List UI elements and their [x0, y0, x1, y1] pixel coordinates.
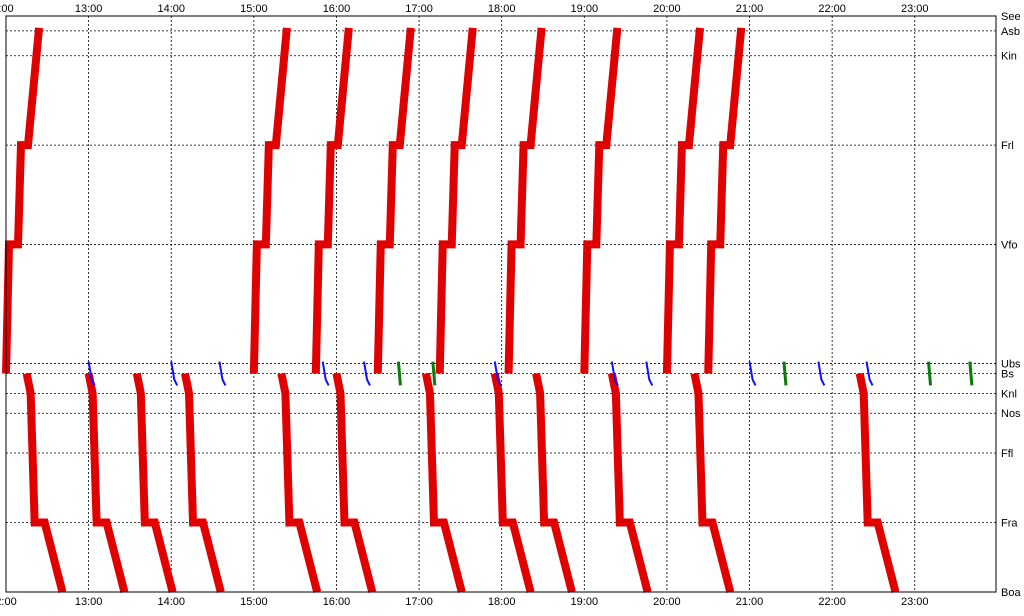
top-tick-label: 20:00	[653, 3, 681, 15]
station-label-bs: Bs	[1001, 369, 1014, 381]
bottom-tick-label: 2:00	[0, 596, 17, 608]
top-tick-labels: :00 13:00 14:00 15:00 16:00 17:00 18:00 19:00 20…	[0, 3, 929, 15]
train-path-down-4	[277, 372, 322, 593]
train-path-up-8	[704, 27, 746, 374]
shunt-path-green-1	[431, 361, 437, 386]
top-tick-label: 23:00	[901, 3, 929, 15]
train-path-down-2	[132, 372, 177, 593]
train-paths	[2, 27, 974, 593]
train-path-up-4	[435, 27, 477, 374]
shunt-path-green-3	[927, 361, 933, 386]
train-path-down-1	[84, 372, 129, 593]
station-label-vfo: Vfo	[1001, 239, 1018, 251]
train-path-up-7	[662, 27, 704, 374]
train-path-down-0	[22, 372, 67, 593]
station-label-frl: Frl	[1001, 140, 1014, 152]
train-path-down-7	[490, 372, 535, 593]
bottom-tick-label: 15:00	[240, 596, 268, 608]
bottom-tick-label: 19:00	[571, 596, 599, 608]
top-tick-label: 19:00	[571, 3, 599, 15]
train-path-down-11	[855, 372, 900, 593]
station-label-see: See	[1001, 11, 1021, 23]
station-label-nos: Nos	[1001, 408, 1021, 420]
bottom-tick-labels: 2:00 13:00 14:00 15:00 16:00 17:00 18:00 19:00 2…	[0, 596, 929, 608]
bottom-tick-label: 13:00	[75, 596, 103, 608]
bottom-tick-label: 21:00	[736, 596, 764, 608]
station-label-kin: Kin	[1001, 51, 1017, 63]
timetable-chart: :00 13:00 14:00 15:00 16:00 17:00 18:00 19:00 20…	[0, 0, 1024, 611]
top-tick-label: 18:00	[488, 3, 516, 15]
station-label-boa: Boa	[1001, 587, 1021, 599]
train-path-up-1	[249, 27, 291, 374]
bottom-tick-label: 14:00	[157, 596, 185, 608]
timetable-svg: :00 13:00 14:00 15:00 16:00 17:00 18:00 19:00 20…	[0, 3, 1021, 608]
train-path-up-2	[311, 27, 353, 374]
station-labels: SeeAsbKinFrlVfoUbsBsKnlNosFflFraBoa	[1001, 11, 1021, 599]
bottom-tick-label: 18:00	[488, 596, 516, 608]
shunt-path-green-2	[782, 361, 788, 386]
train-path-down-5	[332, 372, 377, 593]
shunt-path-blue-4	[363, 361, 371, 386]
bottom-tick-label: 23:00	[901, 596, 929, 608]
top-tick-label: 13:00	[75, 3, 103, 15]
shunt-path-green-4	[968, 361, 974, 386]
station-label-knl: Knl	[1001, 388, 1017, 400]
train-path-up-5	[504, 27, 546, 374]
bottom-tick-label: 22:00	[818, 596, 846, 608]
top-tick-label: 22:00	[818, 3, 846, 15]
station-label-ffl: Ffl	[1001, 448, 1013, 460]
bottom-tick-label: 17:00	[405, 596, 433, 608]
train-path-down-8	[532, 372, 576, 593]
shunt-path-green-0	[396, 361, 402, 386]
train-path-up-0	[2, 27, 44, 374]
bottom-tick-label: 20:00	[653, 596, 681, 608]
train-path-down-10	[690, 372, 735, 593]
train-path-down-3	[181, 372, 225, 593]
station-label-fra: Fra	[1001, 517, 1018, 529]
shunt-path-blue-2	[218, 361, 227, 386]
train-path-down-6	[422, 372, 466, 593]
train-path-down-9	[607, 372, 652, 593]
train-path-up-6	[580, 27, 622, 374]
bottom-tick-label: 16:00	[323, 596, 351, 608]
station-label-asb: Asb	[1001, 26, 1020, 38]
top-tick-label: 21:00	[736, 3, 764, 15]
top-tick-label: :00	[0, 3, 14, 15]
shunt-path-blue-1	[170, 361, 179, 386]
top-tick-label: 14:00	[157, 3, 185, 15]
train-path-up-3	[373, 27, 415, 374]
top-tick-label: 16:00	[323, 3, 351, 15]
top-tick-label: 15:00	[240, 3, 268, 15]
top-tick-label: 17:00	[405, 3, 433, 15]
